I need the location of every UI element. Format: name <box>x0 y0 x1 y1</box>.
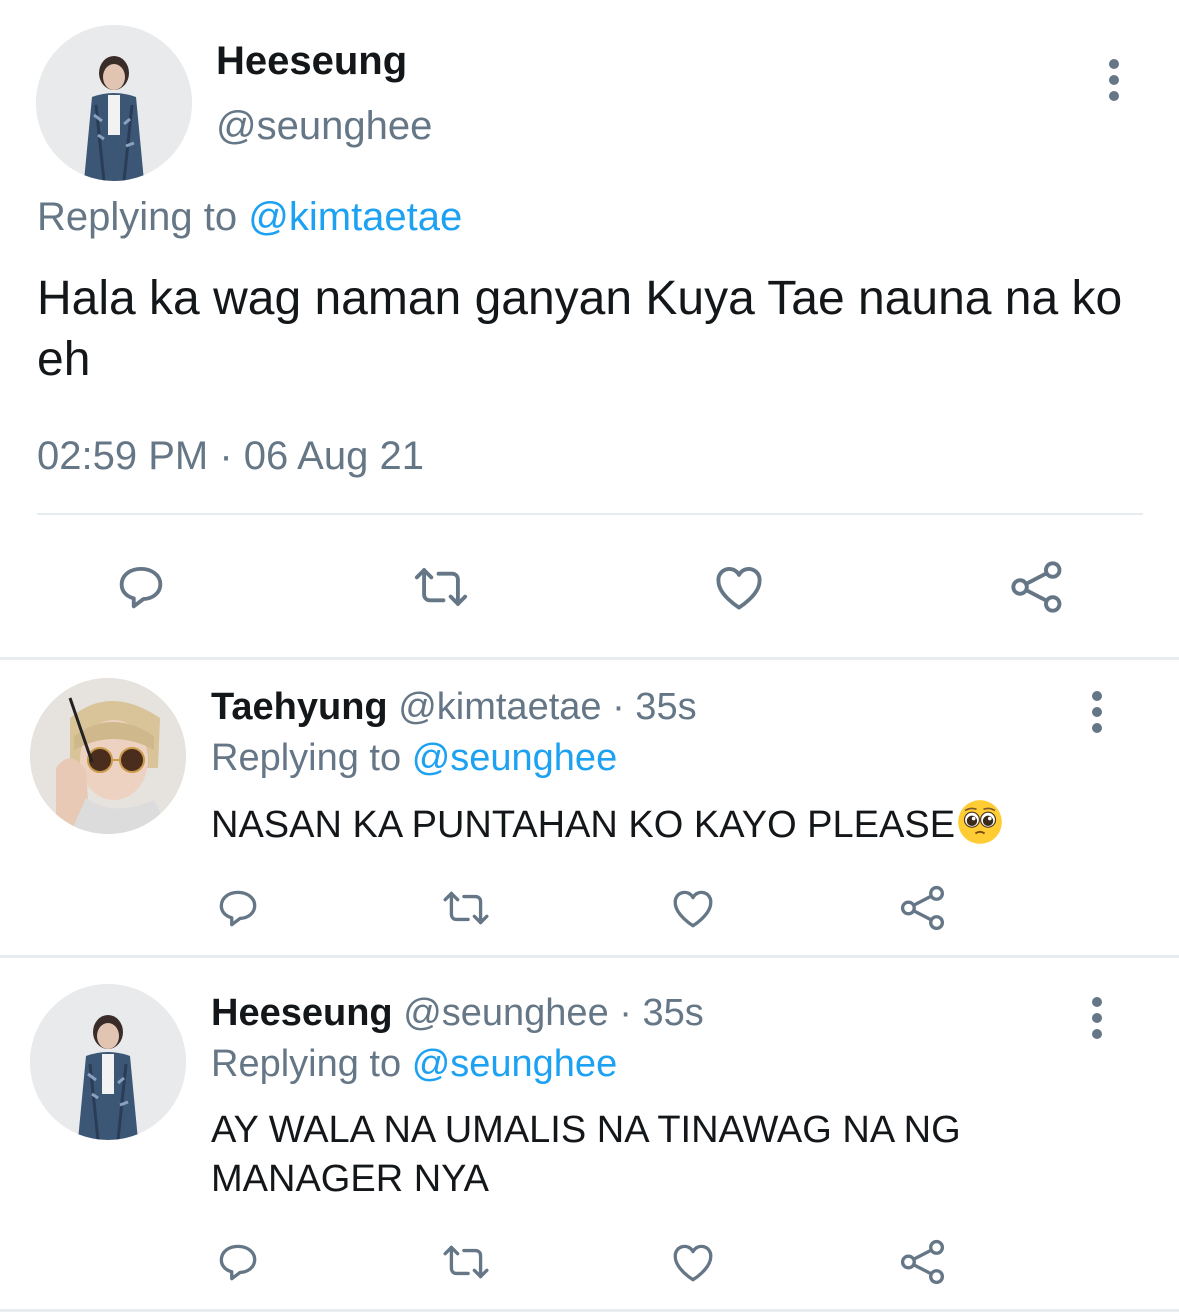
reply1-share-icon[interactable] <box>897 882 949 934</box>
reply1-author-name[interactable]: Taehyung <box>211 686 388 728</box>
reply2-author-avatar[interactable] <box>30 984 186 1140</box>
replying-handle-link[interactable]: @kimtaetae <box>248 195 462 239</box>
reply1-retweet-icon[interactable] <box>438 882 494 934</box>
pleading-face-emoji <box>958 800 1002 844</box>
reply2-replying-to: Replying to @seunghee <box>211 1042 617 1086</box>
reply2-reply-icon[interactable] <box>212 1236 264 1288</box>
main-share-icon[interactable] <box>1006 556 1068 618</box>
replying-handle-link[interactable]: @seunghee <box>412 737 618 779</box>
replying-prefix: Replying to <box>37 195 238 239</box>
main-author-avatar[interactable] <box>36 25 192 181</box>
avatar-photo <box>30 678 186 834</box>
replying-prefix: Replying to <box>211 1043 402 1085</box>
reply1-author-avatar[interactable] <box>30 678 186 834</box>
reply1-header: Taehyung @kimtaetae · 35s <box>211 685 697 729</box>
avatar-photo <box>36 25 192 181</box>
reply1-time-ago: · 35s <box>612 686 697 728</box>
reply2-time-ago: · 35s <box>619 992 704 1034</box>
section-divider <box>0 955 1179 958</box>
main-author-handle[interactable]: @seunghee <box>216 103 432 149</box>
reply1-more-vertical-icon[interactable] <box>1089 688 1105 736</box>
section-divider <box>0 1309 1179 1312</box>
reply1-reply-icon[interactable] <box>212 882 264 934</box>
replying-prefix: Replying to <box>211 737 402 779</box>
section-divider <box>0 657 1179 660</box>
reply2-like-icon[interactable] <box>667 1236 719 1288</box>
main-replying-to: Replying to @kimtaetae <box>37 194 462 240</box>
main-more-vertical-icon[interactable] <box>1106 56 1122 104</box>
reply1-author-handle[interactable]: @kimtaetae <box>398 686 601 728</box>
reply2-author-name[interactable]: Heeseung <box>211 992 393 1034</box>
reply1-like-icon[interactable] <box>667 882 719 934</box>
main-retweet-icon[interactable] <box>408 556 474 618</box>
main-reply-icon[interactable] <box>110 556 172 618</box>
reply2-header: Heeseung @seunghee · 35s <box>211 991 704 1035</box>
main-divider <box>37 513 1143 515</box>
avatar-photo <box>30 984 186 1140</box>
reply2-more-vertical-icon[interactable] <box>1089 994 1105 1042</box>
main-tweet-timestamp[interactable]: 02:59 PM · 06 Aug 21 <box>37 433 424 479</box>
reply2-text: AY WALA NA UMALIS NA TINAWAG NA NG MANAG… <box>211 1109 961 1200</box>
main-like-icon[interactable] <box>708 556 770 618</box>
replying-handle-link[interactable]: @seunghee <box>412 1043 618 1085</box>
reply1-replying-to: Replying to @seunghee <box>211 736 617 780</box>
main-author-name[interactable]: Heeseung <box>216 38 407 84</box>
main-tweet-text: Hala ka wag naman ganyan Kuya Tae nauna … <box>37 272 1123 386</box>
reply1-text: NASAN KA PUNTAHAN KO KAYO PLEASE <box>211 804 956 846</box>
reply2-author-handle[interactable]: @seunghee <box>403 992 609 1034</box>
reply2-retweet-icon[interactable] <box>438 1236 494 1288</box>
reply2-share-icon[interactable] <box>897 1236 949 1288</box>
reply1-text-wrap: NASAN KA PUNTAHAN KO KAYO PLEASE <box>211 799 1111 850</box>
